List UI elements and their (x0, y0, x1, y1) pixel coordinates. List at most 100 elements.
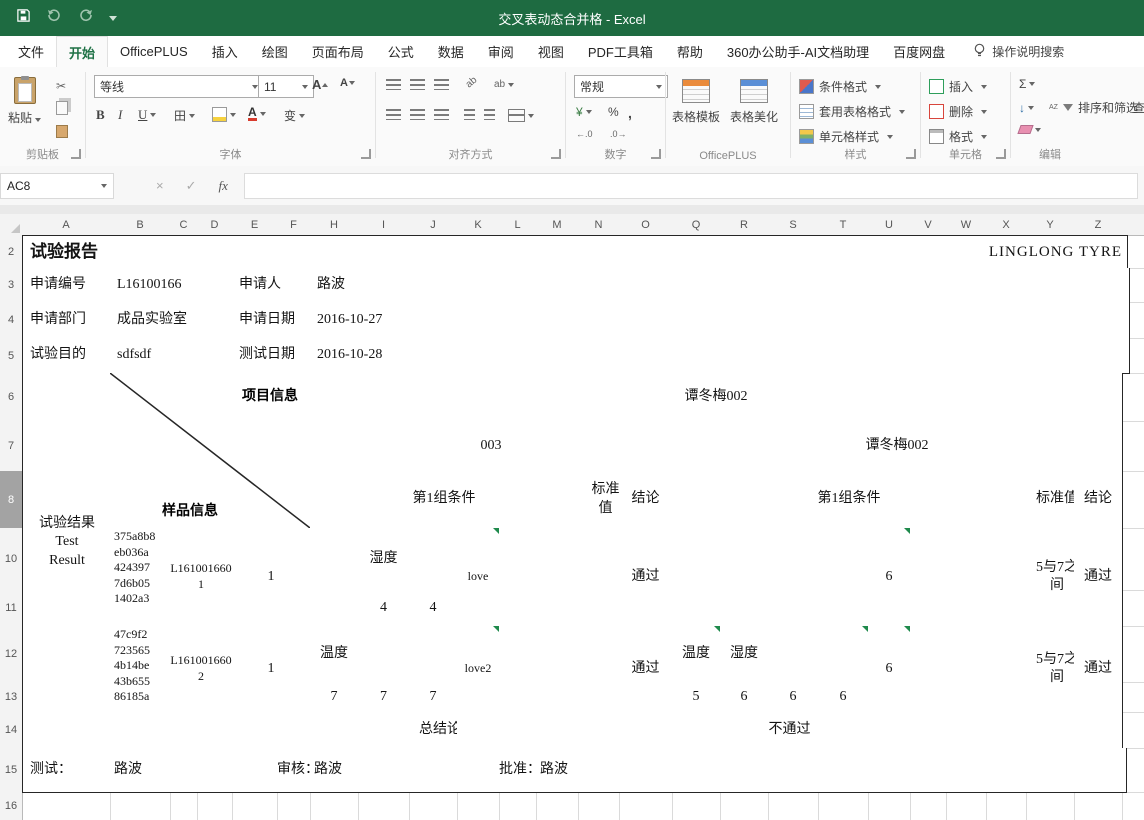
empty-cell[interactable] (986, 590, 1027, 627)
empty-cell[interactable] (946, 626, 987, 683)
tab-baidu-netdisk[interactable]: 百度网盘 (881, 36, 957, 67)
cell-batch-left[interactable]: 003 (310, 421, 673, 472)
column-header-y[interactable]: Y (1026, 214, 1075, 236)
font-name-combo[interactable]: 等线 (94, 75, 264, 98)
column-header-c[interactable]: C (170, 214, 198, 236)
empty-cell[interactable] (409, 626, 458, 683)
cell-applicant-label[interactable]: 申请人 (232, 268, 318, 303)
column-header-f[interactable]: F (277, 214, 311, 236)
row-header-3[interactable]: 3 (0, 268, 23, 303)
grow-font-button[interactable]: A (312, 77, 329, 92)
find-select-button[interactable]: 查 (1133, 99, 1144, 116)
empty-cell[interactable] (986, 626, 1027, 683)
row-header-2[interactable]: 2 (0, 235, 23, 269)
empty-cell[interactable] (409, 528, 458, 591)
cell-sample2-rv3[interactable]: 6 (768, 682, 819, 713)
column-header-z[interactable]: Z (1074, 214, 1123, 236)
cell-conclusion-right[interactable]: 结论 (1074, 471, 1123, 529)
cell-sample2-code[interactable]: L1610016602 (170, 626, 233, 713)
cell-test-date[interactable]: 2016-10-28 (310, 338, 1130, 374)
tab-pdf-tools[interactable]: PDF工具箱 (576, 36, 665, 67)
name-box[interactable]: AC8 (0, 172, 114, 199)
align-center-button[interactable] (410, 109, 425, 120)
cell-conclusion-left[interactable]: 结论 (619, 471, 673, 529)
column-header-i[interactable]: I (358, 214, 410, 236)
cell-group1-condition-right[interactable]: 第1组条件 (672, 471, 1027, 529)
cell-sample2-pass-left[interactable]: 通过 (619, 626, 673, 713)
tab-draw[interactable]: 绘图 (250, 36, 300, 67)
percent-style-button[interactable]: % (608, 105, 619, 119)
empty-cell[interactable] (310, 712, 359, 749)
undo-icon[interactable] (47, 9, 62, 27)
empty-cell[interactable] (499, 528, 537, 591)
empty-cell[interactable] (720, 590, 769, 627)
align-right-button[interactable] (434, 109, 449, 120)
row-header-6[interactable]: 6 (0, 373, 23, 422)
tab-insert[interactable]: 插入 (200, 36, 250, 67)
formula-input[interactable] (243, 172, 1138, 199)
align-middle-button[interactable] (410, 79, 425, 90)
cell-sample1-value1[interactable]: 4 (358, 590, 410, 627)
fill-button[interactable]: ↓ (1019, 101, 1034, 115)
phonetic-button[interactable]: 变 (284, 107, 306, 124)
table-beautify-button[interactable]: 表格美化 (730, 79, 778, 125)
tab-360-assistant[interactable]: 360办公助手-AI文档助理 (715, 36, 881, 67)
empty-cell[interactable] (232, 712, 278, 749)
empty-cell[interactable] (818, 528, 869, 591)
empty-cell[interactable] (818, 626, 869, 683)
cell-test-result-label[interactable]: 试验结果 Test Result (22, 373, 112, 713)
empty-cell[interactable] (768, 590, 819, 627)
empty-cell[interactable] (22, 712, 112, 749)
cell-sample2-value1[interactable]: 7 (310, 682, 359, 713)
tab-review[interactable]: 审阅 (476, 36, 526, 67)
column-header-u[interactable]: U (868, 214, 911, 236)
align-top-button[interactable] (386, 79, 401, 90)
decrease-indent-button[interactable] (464, 109, 475, 120)
tab-formulas[interactable]: 公式 (376, 36, 426, 67)
align-bottom-button[interactable] (434, 79, 449, 90)
row-header-14[interactable]: 14 (0, 712, 23, 749)
format-painter-button[interactable] (56, 125, 68, 138)
cell-sample2-rv2[interactable]: 6 (720, 682, 769, 713)
empty-cell[interactable] (768, 528, 819, 591)
cancel-icon[interactable]: × (156, 178, 164, 193)
tell-me-search[interactable]: 操作说明搜索 (973, 36, 1064, 67)
font-color-button[interactable]: A (248, 106, 266, 121)
select-all-corner[interactable] (0, 214, 23, 236)
cell-company-name[interactable]: LINGLONG TYRE (232, 235, 1128, 270)
cell-test-date-label[interactable]: 测试日期 (232, 338, 318, 374)
autosum-button[interactable]: Σ (1019, 77, 1036, 91)
column-header-h[interactable]: H (310, 214, 359, 236)
tab-file[interactable]: 文件 (6, 36, 56, 67)
column-header-s[interactable]: S (768, 214, 819, 236)
empty-cell[interactable] (946, 528, 987, 591)
cell-request-no-label[interactable]: 申请编号 (22, 268, 119, 303)
column-header-b[interactable]: B (110, 214, 171, 236)
cell-report-title[interactable]: 试验报告 (22, 235, 241, 270)
number-format-combo[interactable]: 常规 (574, 75, 668, 98)
cell-request-no[interactable]: L16100166 (110, 268, 240, 303)
font-size-combo[interactable]: 11 (258, 75, 314, 98)
empty-cell[interactable] (910, 626, 947, 683)
empty-cell[interactable] (310, 528, 359, 591)
cell-sample2-pass-right[interactable]: 通过 (1074, 626, 1123, 713)
enter-icon[interactable]: ✓ (186, 178, 197, 194)
row-header-10[interactable]: 10 (0, 528, 23, 591)
cell-sample1-pass-left[interactable]: 通过 (619, 528, 673, 627)
empty-cell[interactable] (536, 528, 579, 591)
column-header-a[interactable]: A (22, 214, 111, 236)
cell-group1-condition-left[interactable]: 第1组条件 (310, 471, 579, 529)
cell-tester-label[interactable]: 测试： (22, 748, 118, 793)
empty-cell[interactable] (536, 626, 579, 683)
cell-summary-value[interactable]: 不通过 (457, 712, 1123, 749)
empty-cell[interactable] (499, 682, 537, 713)
paste-button[interactable]: 粘贴 (8, 76, 42, 126)
increase-decimal-button[interactable]: ←.0 (576, 129, 593, 139)
column-header-m[interactable]: M (536, 214, 579, 236)
insert-cells-button[interactable]: 插入 (929, 78, 988, 95)
clear-button[interactable] (1017, 125, 1041, 134)
wrap-text-button[interactable]: ab (494, 79, 515, 90)
align-left-button[interactable] (386, 109, 401, 120)
cell-approver-label[interactable]: 批准： (499, 748, 536, 793)
insert-function-icon[interactable]: fx (219, 178, 228, 194)
